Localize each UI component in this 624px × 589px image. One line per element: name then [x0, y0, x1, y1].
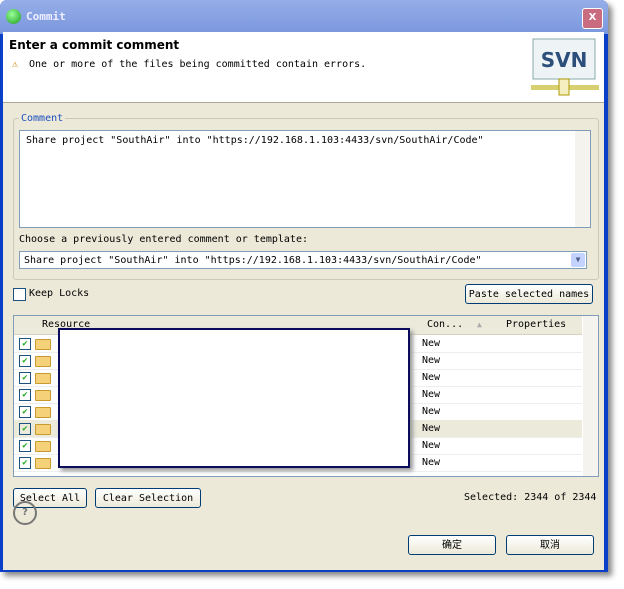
row-status: New: [422, 423, 441, 434]
template-value: Share project "SouthAir" into "https://1…: [24, 255, 482, 266]
sort-up-icon: ▲: [477, 320, 482, 329]
folder-error-icon: [35, 356, 51, 367]
keep-locks-checkbox[interactable]: [13, 288, 26, 301]
header: Enter a commit comment ⚠ One or more of …: [3, 32, 604, 103]
row-status: New: [422, 338, 441, 349]
comment-label: Comment: [19, 113, 66, 124]
row-status: New: [422, 457, 441, 468]
row-status: New: [422, 355, 441, 366]
commit-dialog: Commit X Enter a commit comment ⚠ One or…: [0, 0, 608, 572]
selected-count: Selected: 2344 of 2344: [464, 492, 597, 503]
help-icon[interactable]: ?: [13, 501, 37, 525]
folder-icon: [35, 458, 51, 469]
tooltip-popup: [58, 328, 410, 468]
table-scrollbar[interactable]: [583, 316, 598, 476]
warning-message: One or more of the files being committed…: [29, 59, 367, 70]
chevron-down-icon[interactable]: ▼: [571, 253, 585, 267]
paste-selected-names-button[interactable]: Paste selected names: [465, 284, 593, 304]
column-status[interactable]: Con...: [427, 316, 463, 334]
ok-button[interactable]: 确定: [408, 535, 496, 555]
row-status: New: [422, 440, 441, 451]
comment-scrollbar[interactable]: [575, 131, 590, 227]
row-checkbox[interactable]: ✔: [19, 406, 31, 418]
folder-icon: [35, 441, 51, 452]
folder-icon: [35, 373, 51, 384]
title-bar[interactable]: Commit X: [0, 0, 608, 34]
comment-textarea[interactable]: Share project "SouthAir" into "https://1…: [19, 130, 591, 228]
page-title: Enter a commit comment: [9, 38, 180, 52]
row-checkbox[interactable]: ✔: [19, 423, 31, 435]
row-checkbox[interactable]: ✔: [19, 389, 31, 401]
row-status: New: [422, 406, 441, 417]
keep-locks-label: Keep Locks: [29, 288, 90, 299]
warning-icon: ⚠: [12, 59, 19, 70]
folder-icon: [35, 339, 51, 350]
folder-warning-icon: [35, 390, 51, 401]
row-checkbox[interactable]: ✔: [19, 457, 31, 469]
svg-text:SVN: SVN: [541, 48, 588, 72]
row-checkbox[interactable]: ✔: [19, 355, 31, 367]
folder-icon: [35, 424, 51, 435]
clear-selection-button[interactable]: Clear Selection: [95, 488, 201, 508]
app-icon: [6, 9, 21, 24]
template-combo[interactable]: Share project "SouthAir" into "https://1…: [19, 251, 587, 269]
row-status: New: [422, 372, 441, 383]
window-title: Commit: [26, 10, 66, 23]
close-button[interactable]: X: [582, 8, 603, 29]
svn-logo: SVN: [531, 38, 599, 96]
row-checkbox[interactable]: ✔: [19, 372, 31, 384]
row-checkbox[interactable]: ✔: [19, 440, 31, 452]
row-checkbox[interactable]: ✔: [19, 338, 31, 350]
comment-text: Share project "SouthAir" into "https://1…: [26, 135, 484, 146]
template-label: Choose a previously entered comment or t…: [19, 234, 308, 245]
folder-icon: [35, 407, 51, 418]
column-properties[interactable]: Properties: [506, 316, 566, 334]
cancel-button[interactable]: 取消: [506, 535, 594, 555]
row-status: New: [422, 389, 441, 400]
